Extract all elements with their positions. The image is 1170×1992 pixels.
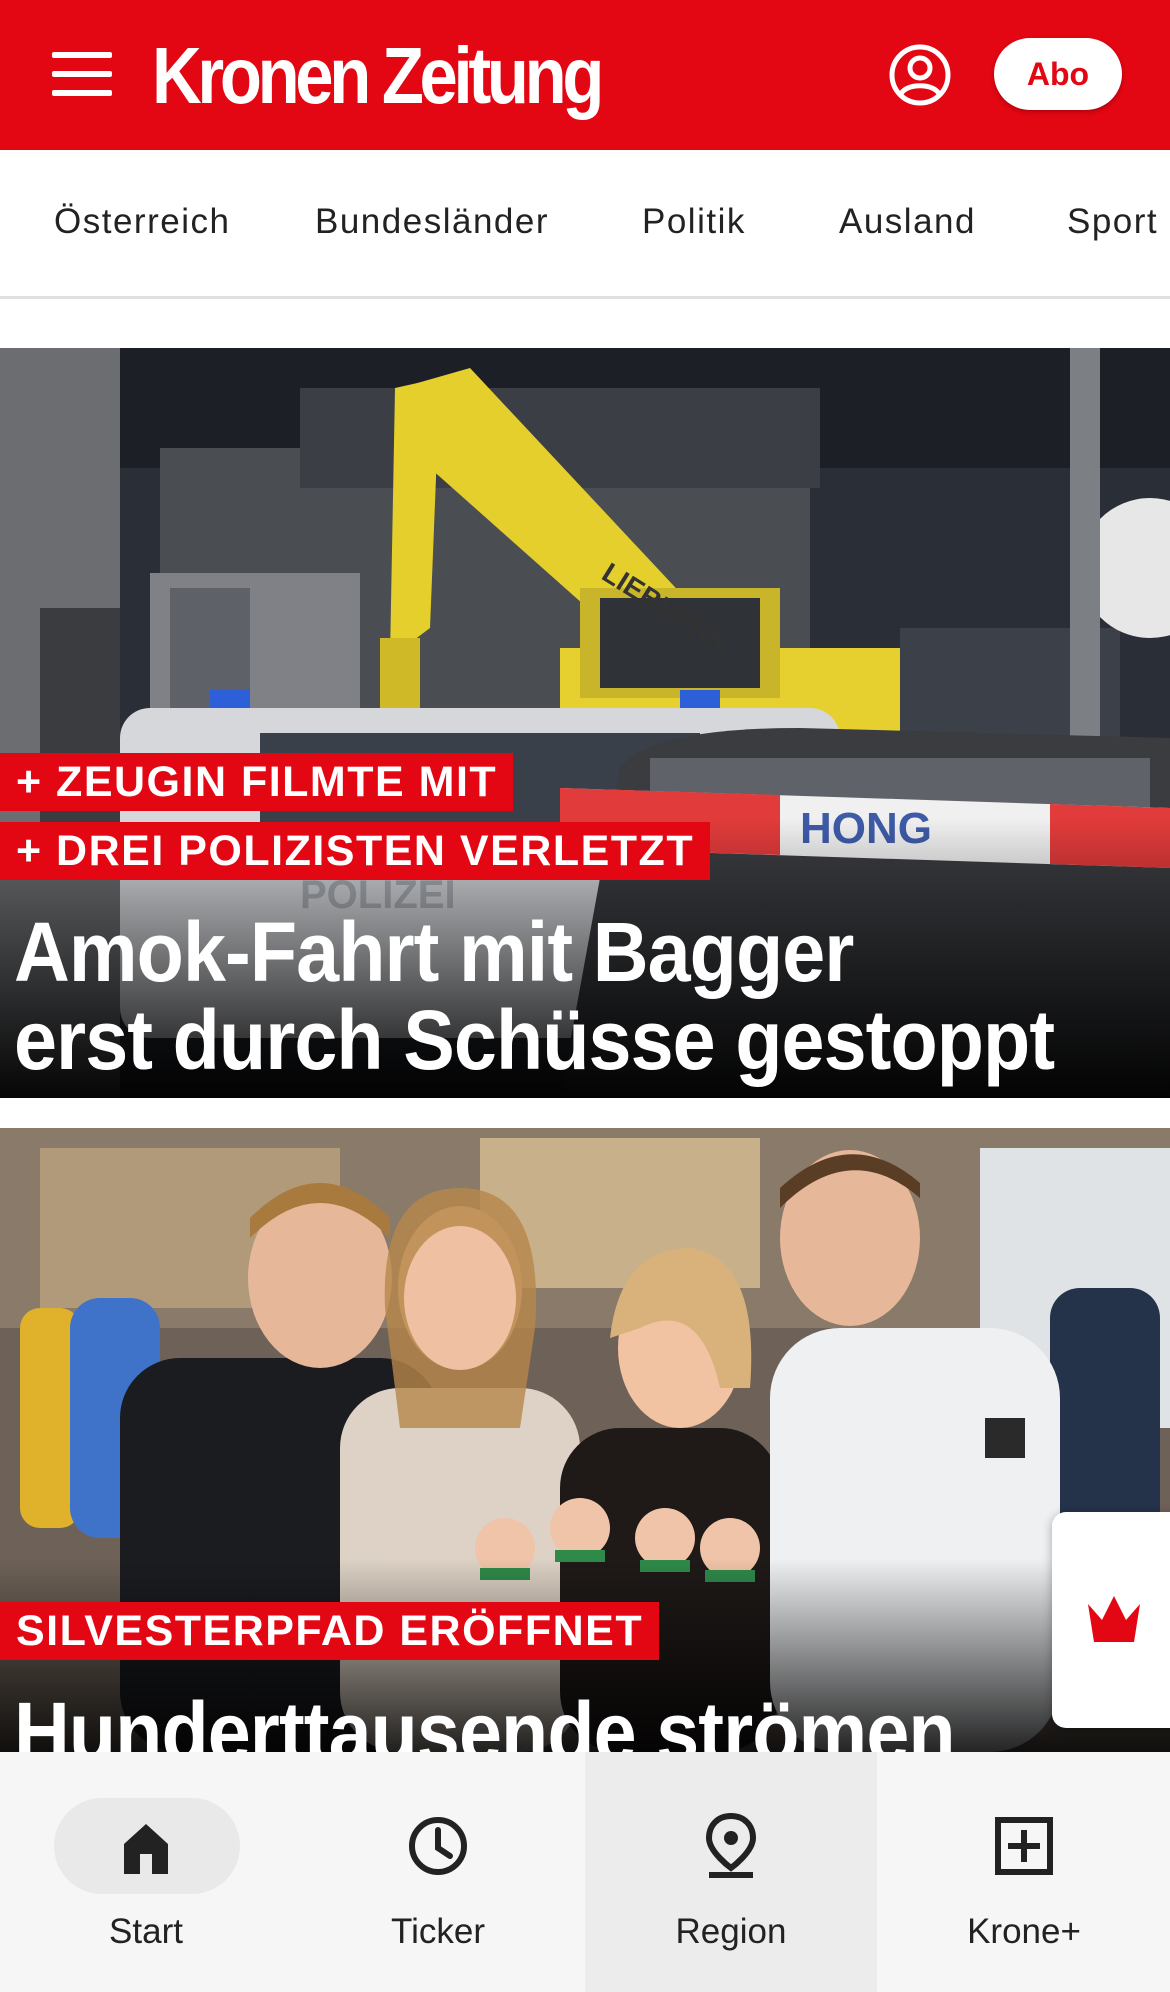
- nav-item-oesterreich[interactable]: Österreich: [54, 202, 230, 242]
- user-circle-icon[interactable]: [888, 43, 952, 107]
- nav-item-politik[interactable]: Politik: [642, 202, 746, 242]
- plus-square-icon: [995, 1817, 1053, 1875]
- brand-logo[interactable]: Kronen Zeitung: [152, 30, 604, 122]
- article-card-silvesterpfad[interactable]: SILVESTERPFAD ERÖFFNET Hunderttausende s…: [0, 1128, 1170, 1752]
- article-card-amok-fahrt[interactable]: POLIZEI HONG LIEBHERR + ZEUGIN FILMTE MI…: [0, 348, 1170, 1098]
- tab-krone-plus[interactable]: Krone+: [878, 1752, 1170, 1992]
- hamburger-menu-icon[interactable]: [52, 52, 112, 98]
- bottom-navigation: Start Ticker Region Krone+: [0, 1752, 1170, 1992]
- article-headline: Amok-Fahrt mit Bagger erst durch Schüsse…: [14, 905, 1055, 1087]
- tab-label: Region: [675, 1912, 787, 1951]
- nav-item-bundeslaender[interactable]: Bundesländer: [315, 202, 549, 242]
- nav-item-ausland[interactable]: Ausland: [839, 202, 976, 242]
- article-headline: Hunderttausende strömen: [14, 1685, 956, 1752]
- article-kicker: SILVESTERPFAD ERÖFFNET: [0, 1602, 660, 1660]
- krone-crown-icon: [1088, 1596, 1140, 1642]
- section-nav: Österreich Bundesländer Politik Ausland …: [0, 150, 1170, 299]
- tab-label: Krone+: [967, 1912, 1081, 1951]
- tab-ticker[interactable]: Ticker: [292, 1752, 584, 1992]
- abo-button[interactable]: Abo: [994, 38, 1122, 110]
- nav-item-sport[interactable]: Sport: [1067, 202, 1158, 242]
- tab-region[interactable]: Region: [585, 1752, 877, 1992]
- krone-floating-button[interactable]: [1052, 1512, 1170, 1728]
- tab-start[interactable]: Start: [0, 1752, 292, 1992]
- home-icon: [124, 1824, 168, 1874]
- article-kicker: + ZEUGIN FILMTE MIT: [0, 753, 514, 811]
- article-kicker: + DREI POLIZISTEN VERLETZT: [0, 822, 711, 880]
- location-pin-icon: [705, 1812, 757, 1878]
- tab-label: Start: [109, 1912, 183, 1951]
- tab-label: Ticker: [391, 1912, 485, 1951]
- clock-icon: [409, 1817, 467, 1875]
- top-app-bar: Kronen Zeitung Abo: [0, 0, 1170, 150]
